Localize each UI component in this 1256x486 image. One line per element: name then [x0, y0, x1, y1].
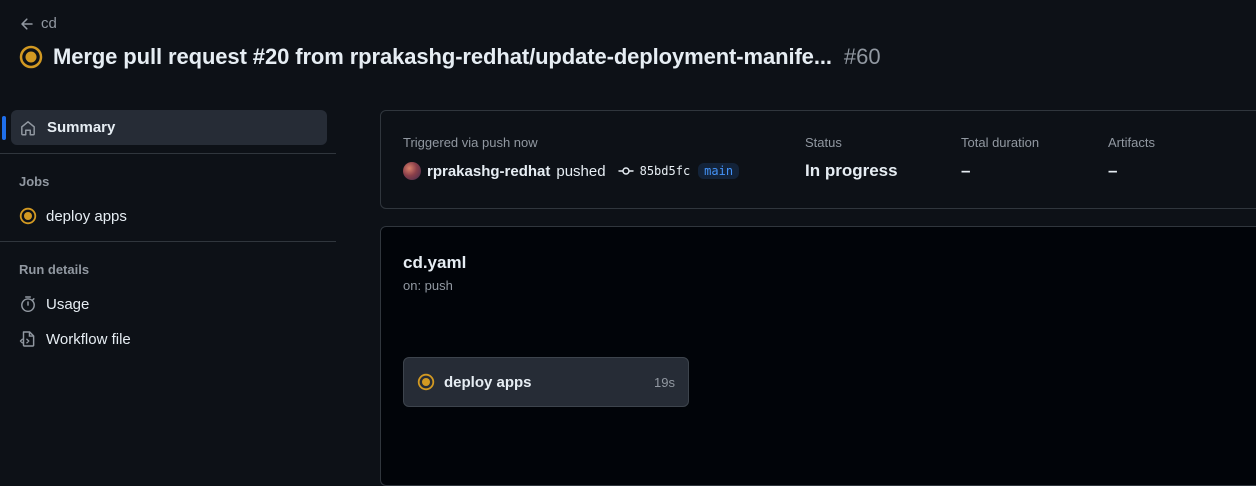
job-duration: 19s: [654, 374, 675, 390]
run-title-row: Merge pull request #20 from rprakashg-re…: [19, 44, 881, 70]
duration-label: Total duration: [961, 135, 1040, 150]
run-number: #60: [843, 44, 881, 69]
sidebar-item-deploy-apps[interactable]: deploy apps: [19, 204, 127, 228]
avatar[interactable]: [403, 162, 421, 180]
workflow-graph: cd.yaml on: push deploy apps 19s: [380, 226, 1256, 486]
sidebar-item-summary[interactable]: Summary: [11, 110, 327, 145]
status-value: In progress: [805, 161, 898, 180]
in-progress-status-icon: [417, 373, 435, 391]
trigger-action: pushed: [556, 162, 606, 180]
workflow-file-name: cd.yaml: [403, 253, 467, 272]
sidebar-item-workflow-file[interactable]: Workflow file: [19, 327, 131, 351]
run-title: Merge pull request #20 from rprakashg-re…: [53, 44, 832, 69]
git-commit-icon: [617, 163, 634, 179]
home-icon: [21, 120, 35, 135]
trigger-details: rprakashg-redhat pushed 85bd5fc main: [403, 162, 740, 180]
file-code-icon: [19, 331, 35, 347]
artifacts-value: –: [1108, 161, 1118, 180]
back-link[interactable]: cd: [19, 15, 57, 32]
job-name: deploy apps: [444, 373, 532, 391]
actor-link[interactable]: rprakashg-redhat: [427, 163, 550, 180]
run-details-heading: Run details: [19, 262, 90, 277]
back-link-label: cd: [41, 15, 57, 32]
branch-badge[interactable]: main: [698, 163, 740, 179]
status-label: Status: [805, 135, 842, 150]
in-progress-status-icon: [19, 207, 37, 225]
jobs-heading: Jobs: [19, 174, 50, 189]
in-progress-status-icon: [19, 45, 43, 69]
sidebar-item-label: Summary: [47, 119, 116, 136]
run-summary-card: Triggered via push now rprakashg-redhat …: [380, 110, 1256, 209]
job-node-deploy-apps[interactable]: deploy apps 19s: [403, 357, 689, 407]
sidebar-divider: [0, 153, 336, 154]
arrow-left-icon: [21, 17, 33, 30]
commit-sha-link[interactable]: 85bd5fc: [640, 164, 691, 178]
active-indicator: [2, 116, 6, 140]
sidebar-item-usage[interactable]: Usage: [19, 292, 89, 316]
triggered-label: Triggered via push now: [403, 135, 538, 150]
stopwatch-icon: [21, 296, 35, 313]
sidebar-item-label: Workflow file: [46, 330, 131, 348]
sidebar-item-label: deploy apps: [46, 207, 127, 225]
artifacts-label: Artifacts: [1108, 135, 1155, 150]
sidebar-divider: [0, 241, 336, 242]
duration-value: –: [961, 161, 971, 180]
workflow-trigger: on: push: [403, 278, 453, 293]
sidebar-item-label: Usage: [46, 295, 90, 313]
